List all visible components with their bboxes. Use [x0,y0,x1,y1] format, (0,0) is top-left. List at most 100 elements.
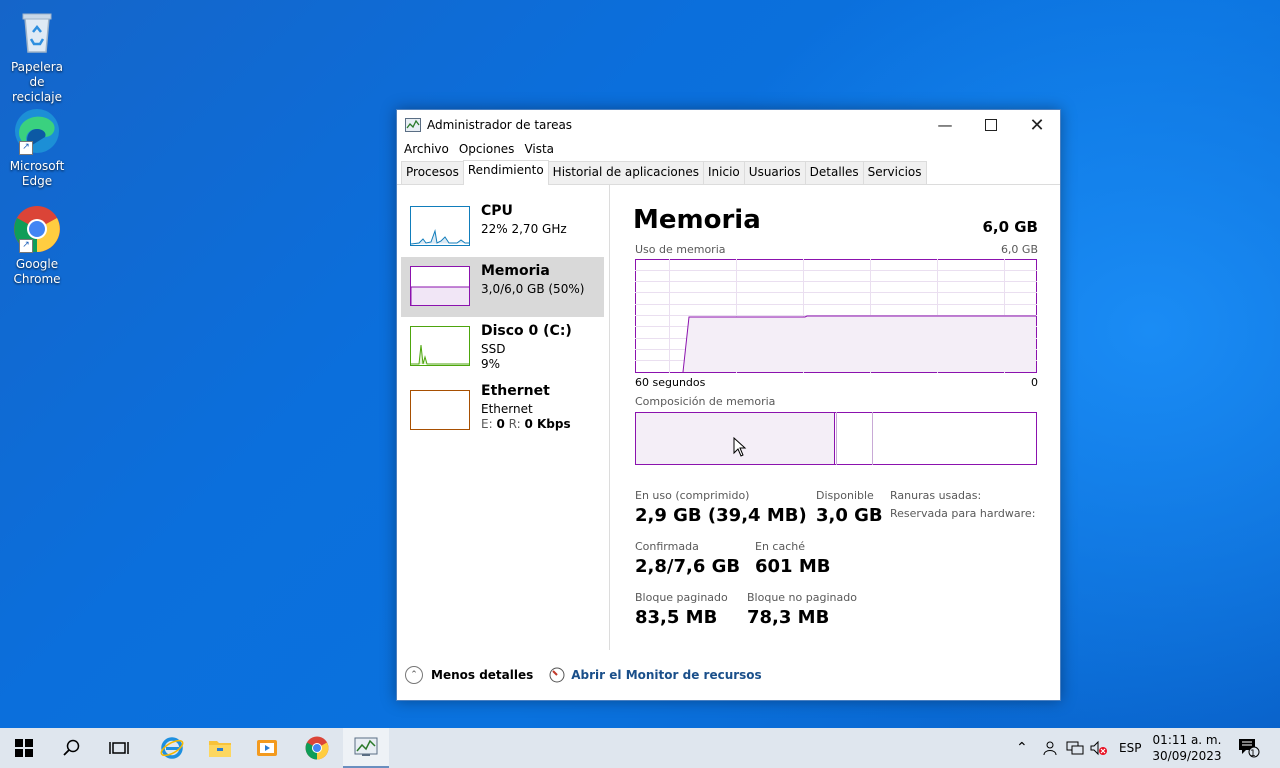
show-hidden-icons-button[interactable]: ⌃ [1016,728,1028,768]
chrome-icon: ↗ [13,205,61,253]
desktop-icon-recycle-bin[interactable]: Papelera de reciclaje [2,8,72,105]
memory-composition-bar[interactable] [635,412,1037,465]
sidebar-item-detail: SSD [481,342,506,356]
clock[interactable]: 01:11 a. m. 30/09/2023 [1152,728,1222,768]
clock-time: 01:11 a. m. [1152,733,1222,747]
input-language-indicator[interactable]: ESP [1119,728,1141,768]
clock-date: 30/09/2023 [1152,749,1222,763]
committed-value: 2,8/7,6 GB [635,556,741,577]
desktop-icon-edge[interactable]: ↗ Microsoft Edge [2,107,72,189]
internet-explorer-icon [160,737,184,759]
disk-thumbnail-graph [410,326,470,366]
ethernet-thumbnail-graph [410,390,470,430]
chevron-up-icon[interactable]: ⌃ [405,666,423,684]
volume-muted-icon [1090,740,1107,756]
title-bar[interactable]: Administrador de tareas — ✕ [397,110,1060,140]
search-icon [63,739,80,756]
tab-servicios[interactable]: Servicios [862,161,927,184]
windows-logo-icon [15,739,33,757]
shortcut-arrow-icon: ↗ [19,239,33,253]
sidebar-item-detail: 22% 2,70 GHz [481,222,567,236]
reserved-label: Reservada para hardware: [890,507,1036,520]
page-title: Memoria [633,205,761,235]
minimize-icon: — [937,116,953,134]
sidebar-item-detail: Ethernet [481,402,533,416]
tab-usuarios[interactable]: Usuarios [743,161,806,184]
sidebar-item-memoria[interactable]: Memoria 3,0/6,0 GB (50%) [401,257,604,317]
menu-archivo[interactable]: Archivo [399,140,454,160]
sidebar-item-name: Memoria [481,263,550,279]
folder-icon [209,741,231,757]
available-label: Disponible [816,489,874,502]
tab-bar: Procesos Rendimiento Historial de aplica… [397,160,1060,185]
taskbar: ⌃ ESP 01:11 a. m. 30/09/2023 1 [0,728,1280,768]
paged-pool-value: 83,5 MB [635,607,718,628]
window-footer: ⌃ Menos detalles Abrir el Monitor de rec… [405,666,762,684]
performance-sidebar: CPU 22% 2,70 GHz Memoria 3,0/6,0 GB (50%… [397,185,610,650]
desktop-icon-label: Microsoft [9,159,65,173]
memory-usage-graph [635,259,1037,373]
sidebar-item-name: Disco 0 (C:) [481,323,572,339]
task-view-button[interactable] [96,728,142,768]
usage-graph-label: Uso de memoria [635,243,726,256]
in-use-label: En uso (comprimido) [635,489,750,502]
tab-procesos[interactable]: Procesos [401,161,464,184]
tab-inicio[interactable]: Inicio [703,161,745,184]
taskbar-file-explorer[interactable] [197,728,243,768]
mouse-cursor-icon [733,437,747,457]
committed-label: Confirmada [635,540,699,553]
sidebar-item-detail: 3,0/6,0 GB (50%) [481,282,585,296]
minimize-button[interactable]: — [922,110,968,140]
cpu-thumbnail-graph [410,206,470,246]
sidebar-item-ethernet[interactable]: Ethernet Ethernet E: 0 R: 0 Kbps [401,381,604,441]
sidebar-item-detail: E: 0 R: 0 Kbps [481,417,571,431]
nonpaged-pool-label: Bloque no paginado [747,591,857,604]
fewer-details-link[interactable]: Menos detalles [431,668,533,682]
taskbar-chrome[interactable] [294,728,340,768]
desktop-icon-label: Google [15,257,59,271]
cached-label: En caché [755,540,805,553]
maximize-button[interactable] [968,110,1014,140]
taskbar-ie[interactable] [149,728,195,768]
start-button[interactable] [1,728,47,768]
memory-thumbnail-graph [410,266,470,306]
desktop-icon-label: Chrome [13,272,61,286]
chevron-up-icon: ⌃ [1016,740,1028,756]
close-button[interactable]: ✕ [1014,110,1060,140]
slots-label: Ranuras usadas: [890,489,982,502]
window-title: Administrador de tareas [427,118,573,132]
desktop-icon-label: Papelera de [10,60,64,89]
tray-volume-icon[interactable] [1090,728,1108,768]
desktop-icon-label: Edge [21,174,53,188]
task-manager-icon [405,118,421,132]
sidebar-item-detail: 9% [481,357,501,371]
taskbar-task-manager[interactable] [343,728,389,768]
tab-rendimiento[interactable]: Rendimiento [462,160,549,185]
tab-detalles[interactable]: Detalles [804,161,864,184]
open-resource-monitor-link[interactable]: Abrir el Monitor de recursos [571,668,761,682]
menu-opciones[interactable]: Opciones [454,140,520,160]
tab-historial[interactable]: Historial de aplicaciones [547,161,705,184]
in-use-value: 2,9 GB (39,4 MB) [635,505,807,526]
tray-network-icon[interactable] [1066,728,1084,768]
tray-meet-icon[interactable] [1042,728,1058,768]
action-center-button[interactable]: 1 [1238,728,1260,768]
sidebar-item-cpu[interactable]: CPU 22% 2,70 GHz [401,197,604,257]
search-button[interactable] [49,728,95,768]
people-icon [1043,741,1057,756]
sidebar-item-name: CPU [481,203,513,219]
edge-icon: ↗ [13,107,61,155]
shortcut-arrow-icon: ↗ [19,141,33,155]
sidebar-item-disco[interactable]: Disco 0 (C:) SSD 9% [401,317,604,377]
menu-vista[interactable]: Vista [519,140,559,160]
desktop-icon-chrome[interactable]: ↗ Google Chrome [2,205,72,287]
media-player-icon [257,740,277,756]
notification-count: 1 [1250,749,1256,759]
memory-total: 6,0 GB [982,218,1038,236]
paged-pool-label: Bloque paginado [635,591,728,604]
maximize-icon [985,119,997,131]
chrome-icon [305,736,329,760]
task-manager-icon [354,737,378,756]
graph-time-left: 60 segundos [635,376,706,389]
taskbar-media-player[interactable] [244,728,290,768]
